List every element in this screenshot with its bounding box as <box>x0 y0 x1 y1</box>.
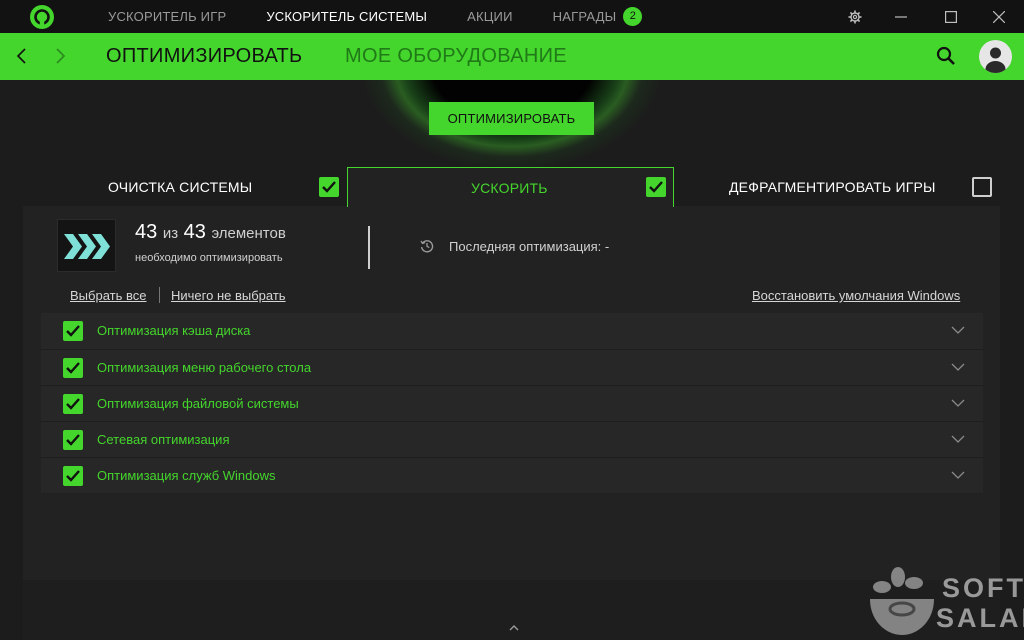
tab-speed-up[interactable]: УСКОРИТЬ <box>347 167 674 207</box>
item-checkbox[interactable] <box>63 394 83 414</box>
gear-icon <box>848 10 862 23</box>
tab-rewards[interactable]: НАГРАДЫ 2 <box>553 7 643 26</box>
items-count: 43 из 43 элементов <box>135 221 286 243</box>
history-icon <box>420 239 434 253</box>
list-item[interactable]: Сетевая оптимизация <box>41 421 983 457</box>
optimize-button[interactable]: ОПТИМИЗИРОВАТЬ <box>429 102 594 135</box>
chevron-down-icon[interactable] <box>951 434 965 444</box>
list-item[interactable]: Оптимизация служб Windows <box>41 457 983 493</box>
user-avatar-icon <box>985 47 1006 73</box>
back-arrow-icon <box>16 48 26 64</box>
razer-cortex-logo-icon[interactable] <box>30 5 54 29</box>
item-checkbox[interactable] <box>63 466 83 486</box>
optimization-tabs: ОЧИСТКА СИСТЕМЫ УСКОРИТЬ ДЕФРАГМЕНТИРОВА… <box>0 167 1024 207</box>
restore-windows-defaults-link[interactable]: Восстановить умолчания Windows <box>752 288 960 303</box>
maximize-icon <box>945 10 957 23</box>
chevron-down-icon[interactable] <box>951 470 965 480</box>
watermark-text-soft: SOFT <box>942 573 1024 603</box>
section-bar: ОПТИМИЗИРОВАТЬ МОЕ ОБОРУДОВАНИЕ <box>0 33 1024 80</box>
speed-up-checkbox[interactable] <box>646 177 666 197</box>
forward-arrow-icon <box>56 48 66 64</box>
optimization-list: Оптимизация кэша диска Оптимизация меню … <box>41 313 983 493</box>
checkmark-icon <box>322 181 336 193</box>
minimize-icon <box>895 15 907 18</box>
search-button[interactable] <box>934 44 958 68</box>
link-separator <box>159 287 160 303</box>
summary-divider <box>368 226 370 269</box>
item-checkbox[interactable] <box>63 358 83 378</box>
close-icon <box>993 10 1005 23</box>
item-label: Оптимизация меню рабочего стола <box>97 360 312 375</box>
search-icon <box>936 46 955 65</box>
hero-area: ОПТИМИЗИРОВАТЬ <box>0 80 1024 168</box>
item-checkbox[interactable] <box>63 430 83 450</box>
salad-bowl-icon <box>870 567 934 635</box>
title-bar: УСКОРИТЕЛЬ ИГР УСКОРИТЕЛЬ СИСТЕМЫ АКЦИИ … <box>0 0 1024 33</box>
checkmark-icon <box>66 362 80 374</box>
tab-system-booster[interactable]: УСКОРИТЕЛЬ СИСТЕМЫ <box>266 9 427 24</box>
defragment-games-checkbox[interactable] <box>972 177 992 197</box>
last-optimization: Последняя оптимизация: - <box>449 239 610 254</box>
item-label: Оптимизация файловой системы <box>97 396 299 411</box>
tab-system-cleanup[interactable]: ОЧИСТКА СИСТЕМЫ <box>23 167 347 207</box>
tab-optimize[interactable]: ОПТИМИЗИРОВАТЬ <box>106 33 302 80</box>
tab-defragment-games-label: ДЕФРАГМЕНТИРОВАТЬ ИГРЫ <box>729 179 936 195</box>
user-avatar[interactable] <box>979 40 1012 73</box>
tab-system-cleanup-label: ОЧИСТКА СИСТЕМЫ <box>108 179 253 195</box>
list-item[interactable]: Оптимизация меню рабочего стола <box>41 349 983 385</box>
back-button[interactable] <box>10 44 34 68</box>
items-count-subtitle: необходимо оптимизировать <box>135 252 283 264</box>
chevron-down-icon[interactable] <box>951 325 965 335</box>
list-item[interactable]: Оптимизация файловой системы <box>41 385 983 421</box>
rewards-count-badge: 2 <box>623 7 643 26</box>
tab-speed-up-label: УСКОРИТЬ <box>471 180 548 196</box>
tab-deals[interactable]: АКЦИИ <box>467 9 513 24</box>
tab-my-hardware[interactable]: МОЕ ОБОРУДОВАНИЕ <box>345 33 567 80</box>
system-cleanup-checkbox[interactable] <box>319 177 339 197</box>
top-navigation: УСКОРИТЕЛЬ ИГР УСКОРИТЕЛЬ СИСТЕМЫ АКЦИИ … <box>88 0 662 33</box>
select-none-link[interactable]: Ничего не выбрать <box>171 288 286 303</box>
settings-button[interactable] <box>832 0 878 33</box>
forward-button[interactable] <box>48 44 72 68</box>
checkmark-icon <box>649 181 663 193</box>
item-label: Сетевая оптимизация <box>97 432 230 447</box>
close-button[interactable] <box>976 0 1022 33</box>
checkmark-icon <box>66 434 80 446</box>
select-all-link[interactable]: Выбрать все <box>70 288 146 303</box>
chevron-down-icon[interactable] <box>951 398 965 408</box>
checkmark-icon <box>66 325 80 337</box>
chevron-down-icon[interactable] <box>951 362 965 372</box>
checkmark-icon <box>66 398 80 410</box>
checkmark-icon <box>66 470 80 482</box>
maximize-button[interactable] <box>928 0 974 33</box>
item-label: Оптимизация кэша диска <box>97 323 251 338</box>
watermark-text-salad: SALAD <box>936 603 1024 633</box>
minimize-button[interactable] <box>878 0 924 33</box>
item-checkbox[interactable] <box>63 321 83 341</box>
tab-defragment-games[interactable]: ДЕФРАГМЕНТИРОВАТЬ ИГРЫ <box>674 167 1000 207</box>
item-label: Оптимизация служб Windows <box>97 468 276 483</box>
softsalad-watermark: SOFT SALAD <box>868 563 1024 640</box>
speed-arrows-icon <box>57 219 116 272</box>
tab-game-booster[interactable]: УСКОРИТЕЛЬ ИГР <box>108 9 226 24</box>
list-item[interactable]: Оптимизация кэша диска <box>41 313 983 349</box>
scroll-up-icon[interactable] <box>508 623 520 633</box>
